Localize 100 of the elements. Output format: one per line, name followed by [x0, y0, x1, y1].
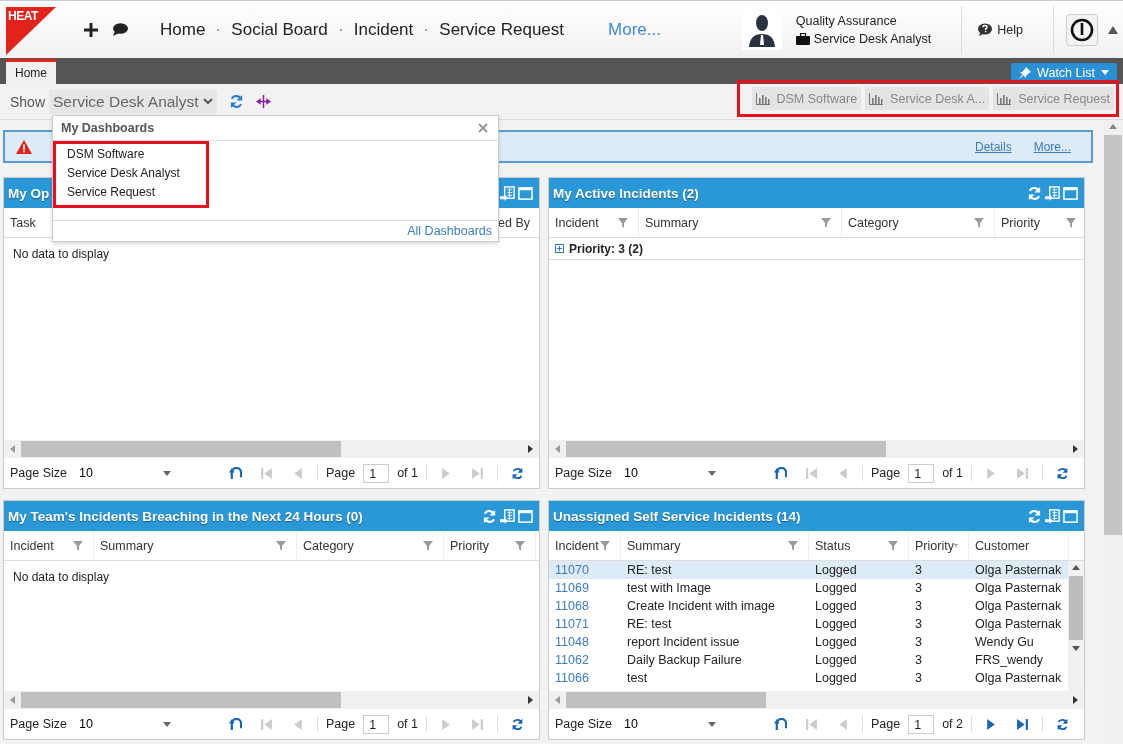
maximize-icon[interactable] — [518, 508, 533, 524]
undo-icon[interactable] — [228, 466, 242, 480]
last-page-icon[interactable] — [1016, 717, 1029, 731]
caret-icon[interactable] — [162, 470, 171, 476]
scroll-left-icon[interactable] — [10, 696, 15, 704]
horizontal-scrollbar[interactable] — [549, 691, 1084, 709]
filter-icon[interactable] — [515, 540, 525, 551]
page-size-select[interactable]: 10 — [75, 466, 175, 480]
nav-link[interactable]: Incident — [341, 19, 426, 40]
logo-triangle-icon[interactable] — [6, 7, 56, 55]
table-row[interactable]: 11069 test with Image Logged 3 Olga Pasternak — [549, 579, 1068, 597]
refresh-icon[interactable] — [511, 717, 524, 731]
caret-icon[interactable] — [707, 721, 716, 727]
nav-link[interactable]: Service Request — [427, 19, 577, 40]
incident-link[interactable]: 11070 — [549, 563, 621, 577]
expand-toggle[interactable] — [555, 244, 564, 253]
bar-chart-icon[interactable] — [755, 92, 770, 105]
refresh-icon[interactable] — [482, 508, 497, 524]
incident-link[interactable]: 11048 — [549, 635, 621, 649]
page-input[interactable]: 1 — [908, 463, 935, 483]
table-row[interactable]: 11048 report Incident issue Logged 3 Wendy Gu — [549, 633, 1068, 651]
caret-icon[interactable] — [707, 470, 716, 476]
close-icon[interactable] — [478, 123, 488, 133]
tab[interactable]: Home — [6, 59, 56, 84]
incident-link[interactable]: 11066 — [549, 671, 621, 685]
help-link[interactable]: Help — [978, 22, 1023, 37]
refresh-icon[interactable] — [511, 466, 524, 480]
horizontal-scrollbar[interactable] — [549, 440, 1084, 458]
incident-link[interactable]: 11071 — [549, 617, 621, 631]
nav-link[interactable]: Social Board — [219, 19, 340, 40]
column-header[interactable]: Priority — [995, 208, 1084, 237]
help-icon[interactable] — [978, 23, 993, 36]
refresh-icon[interactable] — [1027, 185, 1042, 201]
column-header[interactable]: Incident — [549, 531, 621, 560]
alert-link[interactable]: Details — [974, 139, 1012, 154]
horizontal-scrollbar[interactable] — [4, 691, 539, 709]
bar-chart-icon[interactable] — [869, 92, 884, 105]
column-header[interactable]: Summary — [621, 531, 809, 560]
export-icon[interactable] — [500, 185, 515, 201]
chevron-icon[interactable] — [202, 98, 213, 105]
table-row[interactable]: 11068 Create Incident with image Logged 3 Olga Pasternak — [549, 597, 1068, 615]
incident-link[interactable]: 11068 — [549, 599, 621, 613]
split-icon[interactable] — [255, 94, 271, 109]
next-page-icon[interactable] — [985, 717, 998, 731]
table-row[interactable]: 11062 Daily Backup Failure Logged 3 FRS_wendy — [549, 651, 1068, 669]
caret-icon[interactable] — [1101, 70, 1109, 75]
scroll-right-icon[interactable] — [528, 696, 533, 704]
column-header[interactable]: Summary — [639, 208, 842, 237]
scroll-up-icon[interactable] — [1072, 565, 1080, 570]
table-row[interactable]: 11066 test Logged 3 Olga Pasternak — [549, 669, 1068, 687]
scroll-down-icon[interactable] — [1072, 646, 1080, 651]
filter-icon[interactable] — [73, 540, 83, 551]
menu-item[interactable]: Service Desk Analyst — [67, 165, 206, 182]
refresh-icon[interactable] — [1056, 717, 1069, 731]
menu-item[interactable]: DSM Software — [67, 146, 206, 163]
filter-icon[interactable] — [600, 540, 610, 551]
column-header[interactable]: Incident — [549, 208, 639, 237]
refresh-icon[interactable] — [1027, 508, 1042, 524]
caret-icon[interactable] — [162, 721, 171, 727]
dashboard-select[interactable]: Service Desk Analyst — [49, 89, 217, 114]
page-input[interactable]: 1 — [908, 714, 935, 734]
page-input[interactable]: 1 — [363, 714, 390, 734]
scroll-up-icon[interactable] — [1108, 25, 1118, 34]
scroll-left-icon[interactable] — [10, 445, 15, 453]
scroll-up-icon[interactable] — [1109, 124, 1117, 129]
menu-item[interactable]: Service Request — [67, 184, 206, 201]
column-header[interactable]: Customer — [969, 531, 1069, 560]
maximize-icon[interactable] — [1063, 508, 1078, 524]
watch-list-button[interactable]: Watch List — [1011, 62, 1117, 83]
scroll-right-icon[interactable] — [1073, 445, 1078, 453]
table-row[interactable]: 11071 RE: test Logged 3 Olga Pasternak — [549, 615, 1068, 633]
page-size-select[interactable]: 10 — [75, 717, 175, 731]
incident-link[interactable]: 11069 — [549, 581, 621, 595]
refresh-icon[interactable] — [228, 94, 244, 109]
export-icon[interactable] — [1045, 185, 1060, 201]
scroll-left-icon[interactable] — [555, 445, 560, 453]
column-header[interactable]: Incident — [4, 531, 94, 560]
chat-bubble-icon[interactable] — [112, 23, 128, 36]
column-header[interactable]: Priority — [444, 531, 536, 560]
maximize-icon[interactable] — [1063, 185, 1078, 201]
all-dashboards-link[interactable]: All Dashboards — [407, 224, 492, 238]
filter-icon[interactable] — [618, 217, 628, 228]
incident-link[interactable]: 11062 — [549, 653, 621, 667]
plus-icon[interactable] — [84, 22, 98, 37]
horizontal-scrollbar[interactable] — [4, 440, 539, 458]
more-link[interactable]: More... — [608, 19, 661, 40]
table-row[interactable]: 11070 RE: test Logged 3 Olga Pasternak — [549, 561, 1068, 579]
column-header[interactable]: Category — [297, 531, 444, 560]
filter-icon[interactable] — [788, 540, 798, 551]
export-icon[interactable] — [1045, 508, 1060, 524]
filter-icon[interactable] — [888, 540, 898, 551]
filter-icon[interactable] — [276, 540, 286, 551]
page-size-select[interactable]: 10 — [620, 717, 720, 731]
filter-icon[interactable] — [1066, 217, 1076, 228]
vertical-scrollbar[interactable] — [1068, 561, 1084, 691]
scroll-right-icon[interactable] — [528, 445, 533, 453]
filter-icon[interactable] — [974, 217, 984, 228]
alert-link[interactable]: More... — [1033, 139, 1071, 154]
column-header[interactable]: Category — [842, 208, 995, 237]
undo-icon[interactable] — [228, 717, 242, 731]
